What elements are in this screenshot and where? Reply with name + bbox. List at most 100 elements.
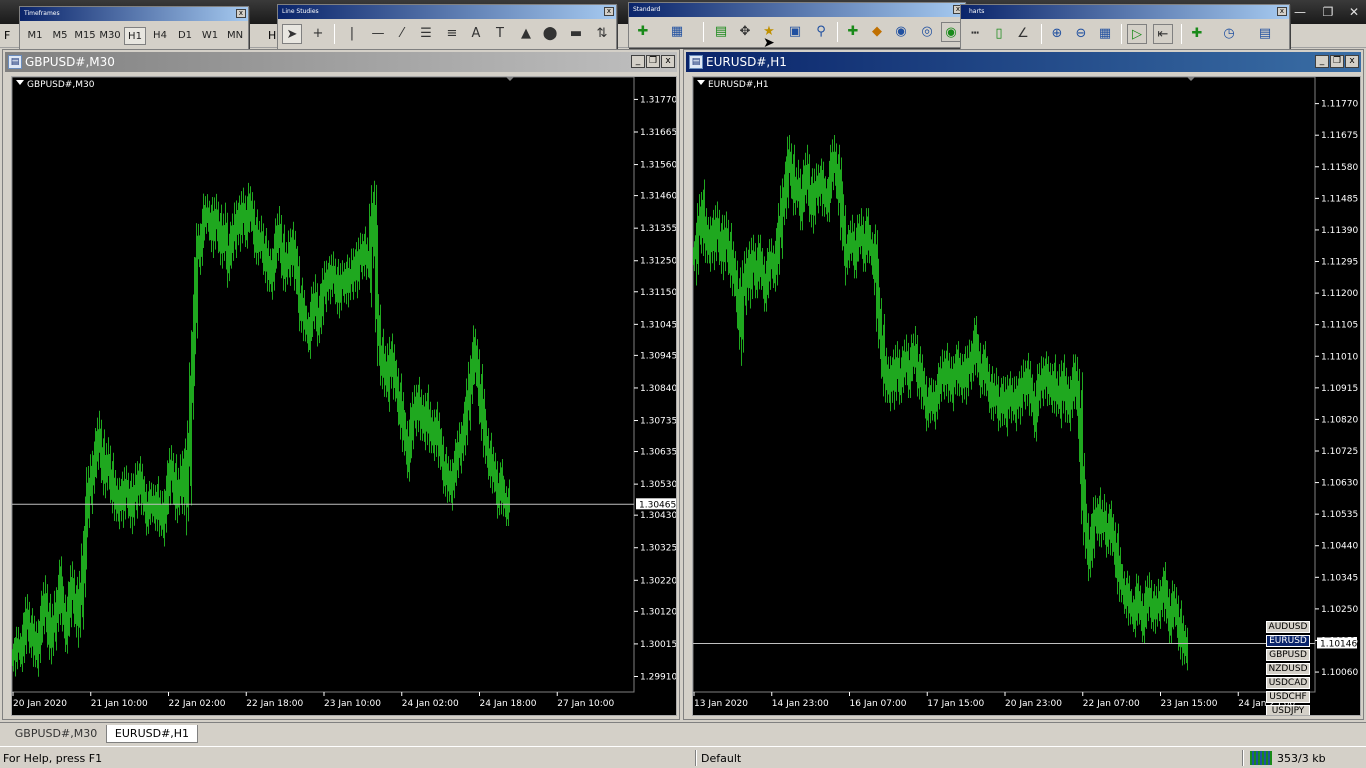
ellipse-icon[interactable]: ⬤ xyxy=(540,24,560,44)
menu-file[interactable]: F xyxy=(4,29,10,42)
tab-eurusd[interactable]: EURUSD#,H1 xyxy=(106,725,198,743)
tab-gbpusd[interactable]: GBPUSD#,M30 xyxy=(6,725,106,743)
close-icon[interactable]: x xyxy=(1277,7,1287,16)
time-tick-label: 14 Jan 23:00 xyxy=(772,699,829,709)
timeframe-m5[interactable]: M5 xyxy=(49,27,71,45)
gbpusd-window-titlebar[interactable]: ▤ GBPUSD#,M30 _ ❐ x xyxy=(5,52,677,72)
data-window-icon[interactable]: ✥ xyxy=(735,22,755,42)
timeframe-m15[interactable]: M15 xyxy=(74,27,96,45)
gbpusd-chart-canvas[interactable]: GBPUSD#,M30 1.31770 1.31665 1.31560 1.31460 1… xyxy=(12,77,677,716)
strategy-tester-icon[interactable]: ⚲ xyxy=(811,22,831,42)
gbpusd-window-title: GBPUSD#,M30 xyxy=(25,55,115,69)
close-icon[interactable]: x xyxy=(236,9,246,18)
price-tick-label: 1.10060 xyxy=(1321,668,1358,678)
timeframe-h1[interactable]: H1 xyxy=(124,27,146,45)
profiles-icon[interactable]: ▦ xyxy=(667,22,687,42)
minimize-icon[interactable]: _ xyxy=(631,55,645,68)
rectangle-icon[interactable]: ▬ xyxy=(566,24,586,44)
tile-windows-icon[interactable]: ▦ xyxy=(1095,24,1115,44)
chart-shift-marker[interactable] xyxy=(1187,77,1195,81)
autoscroll-icon[interactable]: ▷ xyxy=(1127,24,1147,44)
minimize-icon[interactable]: — xyxy=(1292,4,1308,20)
chart-shift-icon[interactable]: ⇤ xyxy=(1153,24,1173,44)
price-tick-label: 1.11200 xyxy=(1321,289,1358,299)
timeframe-h4[interactable]: H4 xyxy=(149,27,171,45)
time-tick-label: 21 Jan 10:00 xyxy=(91,699,148,709)
chart-window-icon: ▤ xyxy=(689,55,703,69)
price-tick-label: 1.31150 xyxy=(640,288,677,298)
timeframe-m1[interactable]: M1 xyxy=(24,27,46,45)
vertical-line-icon[interactable]: | xyxy=(342,24,362,44)
terminal-icon[interactable]: ▣ xyxy=(785,22,805,42)
symbol-item-eurusd[interactable]: EURUSD xyxy=(1266,635,1310,647)
eurusd-chart-canvas[interactable]: EURUSD#,H1 1.11770 1.11675 1.11580 1.11485 1.… xyxy=(693,77,1361,716)
triangle-icon[interactable]: ▲ xyxy=(516,24,536,44)
symbol-item-nzdusd[interactable]: NZDUSD xyxy=(1266,663,1310,675)
symbol-item-audusd[interactable]: AUDUSD xyxy=(1266,621,1310,633)
cursor-tool-icon[interactable]: ➤ xyxy=(282,24,302,44)
crosshair-icon[interactable]: + xyxy=(308,24,328,44)
symbol-item-usdjpy[interactable]: USDJPY xyxy=(1266,705,1310,715)
text-label-icon[interactable]: T xyxy=(490,24,510,44)
indicators-icon[interactable]: ✚ xyxy=(1187,24,1207,44)
periods-clock-icon[interactable]: ◷ xyxy=(1219,24,1239,44)
chart-tabs: GBPUSD#,M30 EURUSD#,H1 xyxy=(0,722,1366,744)
price-tick-label: 1.30220 xyxy=(640,576,677,586)
globe-icon[interactable]: ◎ xyxy=(917,22,937,42)
price-tick-label: 1.31045 xyxy=(640,320,677,330)
trendline-icon[interactable]: ⁄ xyxy=(392,24,412,44)
gbpusd-chart-window[interactable]: ▤ GBPUSD#,M30 _ ❐ x GBPUSD#,M30 1.31770 1.31… xyxy=(2,49,680,720)
chart-shift-marker[interactable] xyxy=(506,77,514,81)
zoom-out-icon[interactable]: ⊖ xyxy=(1071,24,1091,44)
symbol-item-usdcad[interactable]: USDCAD xyxy=(1266,677,1310,689)
horizontal-line-icon[interactable]: — xyxy=(368,24,388,44)
market-watch-icon[interactable]: ▤ xyxy=(711,22,731,42)
restore-icon[interactable]: ❐ xyxy=(1320,4,1336,20)
charts-toolbar: harts x ┅ ▯ ∠ ⊕ ⊖ ▦ ▷ ⇤ ✚ ◷ ▤ xyxy=(960,4,1290,50)
metaeditor-icon[interactable]: ◆ xyxy=(867,22,887,42)
expert-advisors-icon[interactable]: ◉ xyxy=(891,22,911,42)
symbol-item-usdchf[interactable]: USDCHF xyxy=(1266,691,1310,703)
restore-icon[interactable]: ❐ xyxy=(1330,55,1344,68)
new-order-icon[interactable]: ✚ xyxy=(843,22,863,42)
close-icon[interactable]: ✕ xyxy=(1346,4,1362,20)
standard-toolbar-title: Standard xyxy=(633,6,661,13)
fibonacci-fan-icon[interactable]: ☰ xyxy=(416,24,436,44)
dropdown-arrow-icon[interactable] xyxy=(697,80,705,85)
timeframe-d1[interactable]: D1 xyxy=(174,27,196,45)
timeframe-w1[interactable]: W1 xyxy=(199,27,221,45)
timeframe-m30[interactable]: M30 xyxy=(99,27,121,45)
minimize-icon[interactable]: _ xyxy=(1315,55,1329,68)
connection-bars-icon xyxy=(1250,751,1272,765)
symbol-item-gbpusd[interactable]: GBPUSD xyxy=(1266,649,1310,661)
price-tick-label: 1.11770 xyxy=(1321,100,1358,110)
bar-chart-icon[interactable]: ┅ xyxy=(965,24,985,44)
dropdown-arrow-icon[interactable] xyxy=(16,80,24,85)
zoom-in-icon[interactable]: ⊕ xyxy=(1047,24,1067,44)
fibonacci-retracement-icon[interactable]: ≡ xyxy=(442,24,462,44)
templates-icon[interactable]: ▤ xyxy=(1255,24,1275,44)
autotrading-icon[interactable]: ◉ xyxy=(941,22,961,42)
new-chart-icon[interactable]: ✚ xyxy=(633,22,653,42)
price-tick-label: 1.30530 xyxy=(640,480,677,490)
close-icon[interactable]: x xyxy=(661,55,675,68)
candlestick-icon[interactable]: ▯ xyxy=(989,24,1009,44)
arrows-icon[interactable]: ⇅ xyxy=(592,24,612,44)
price-tick-label: 1.11105 xyxy=(1321,321,1358,331)
text-icon[interactable]: A xyxy=(466,24,486,44)
line-chart-icon[interactable]: ∠ xyxy=(1013,24,1033,44)
eurusd-chart-area[interactable]: EURUSD#,H1 1.11770 1.11675 1.11580 1.11485 1.… xyxy=(692,76,1361,716)
restore-icon[interactable]: ❐ xyxy=(646,55,660,68)
close-icon[interactable]: x xyxy=(1345,55,1359,68)
charts-toolbar-title: harts xyxy=(969,8,985,15)
status-help-text: For Help, press F1 xyxy=(3,752,103,765)
price-tick-label: 1.10250 xyxy=(1321,605,1358,615)
price-tick-label: 1.31560 xyxy=(640,161,677,171)
gbpusd-chart-area[interactable]: GBPUSD#,M30 1.31770 1.31665 1.31560 1.31460 1… xyxy=(11,76,677,716)
close-icon[interactable]: x xyxy=(604,7,614,16)
eurusd-chart-window[interactable]: ▤ EURUSD#,H1 _ ❐ x EURUSD#,H1 1.11770 1.1167… xyxy=(683,49,1364,720)
time-tick-label: 22 Jan 02:00 xyxy=(169,699,226,709)
menu-help[interactable]: H xyxy=(268,29,276,42)
timeframe-mn[interactable]: MN xyxy=(224,27,246,45)
eurusd-window-titlebar[interactable]: ▤ EURUSD#,H1 _ ❐ x xyxy=(686,52,1361,72)
